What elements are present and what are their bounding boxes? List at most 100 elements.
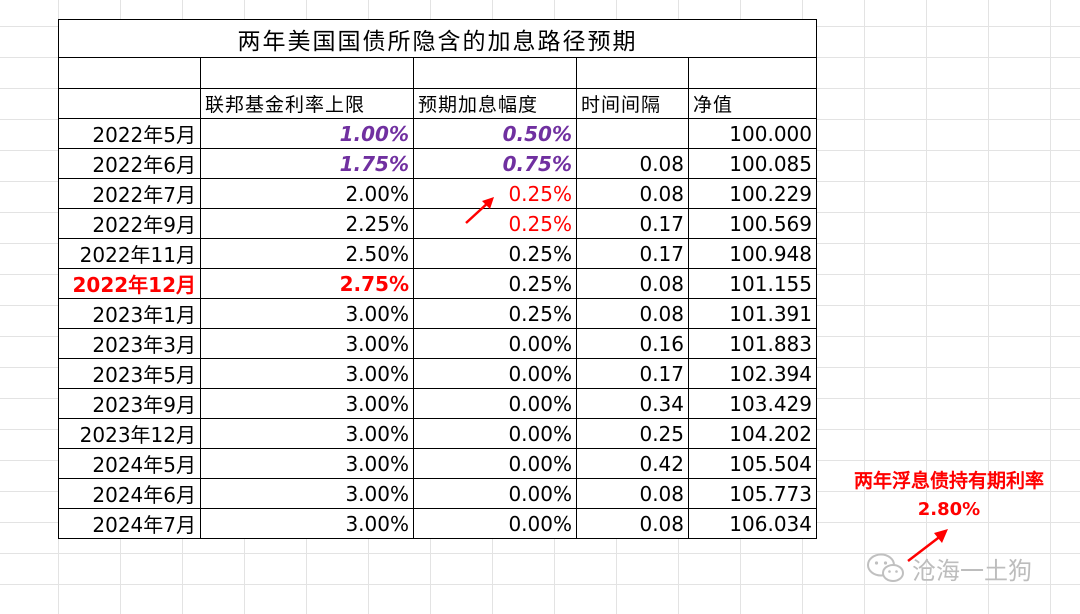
date-cell[interactable]: 2023年3月 (58, 328, 201, 359)
nav-cell[interactable]: 101.391 (688, 298, 817, 329)
nav-cell[interactable]: 100.085 (688, 148, 817, 179)
date-cell[interactable]: 2023年9月 (58, 388, 201, 419)
arrow-icon (465, 197, 494, 224)
date-cell[interactable]: 2023年1月 (58, 298, 201, 329)
table-row: 2024年5月 3.00% 0.00% 0.42 105.504 (58, 448, 817, 479)
table-row: 2023年5月 3.00% 0.00% 0.17 102.394 (58, 358, 817, 389)
table-row: 2022年6月 1.75% 0.75% 0.08 100.085 (58, 148, 817, 179)
interval-cell[interactable]: 0.17 (576, 238, 689, 269)
date-cell[interactable]: 2022年9月 (58, 208, 201, 239)
interval-cell[interactable]: 0.34 (576, 388, 689, 419)
annotation: 两年浮息债持有期利率 2.80% (818, 466, 1080, 520)
interval-cell[interactable]: 0.08 (576, 148, 689, 179)
table-row: 2022年12月 2.75% 0.25% 0.08 101.155 (58, 268, 817, 299)
date-cell[interactable]: 2023年12月 (58, 418, 201, 449)
expected-hike-cell[interactable]: 0.00% (413, 508, 577, 539)
fed-funds-rate-cell[interactable]: 3.00% (200, 328, 414, 359)
interval-cell[interactable]: 0.25 (576, 418, 689, 449)
fed-funds-rate-cell[interactable]: 3.00% (200, 388, 414, 419)
interval-cell[interactable]: 0.08 (576, 178, 689, 209)
data-table: 两年美国国债所隐含的加息路径预期 联邦基金利率上限 预期加息幅度 时间间隔 净值… (58, 19, 817, 539)
table-row: 2023年9月 3.00% 0.00% 0.34 103.429 (58, 388, 817, 419)
fed-funds-rate-cell[interactable]: 2.50% (200, 238, 414, 269)
expected-hike-cell[interactable]: 0.00% (413, 358, 577, 389)
expected-hike-cell[interactable]: 0.75% (413, 148, 577, 179)
fed-funds-rate-cell[interactable]: 3.00% (200, 418, 414, 449)
table-cell[interactable] (58, 57, 201, 89)
date-cell[interactable]: 2022年12月 (58, 268, 201, 299)
fed-funds-rate-cell[interactable]: 1.00% (200, 118, 414, 149)
table-cell[interactable] (688, 57, 817, 89)
nav-cell[interactable]: 102.394 (688, 358, 817, 389)
fed-funds-rate-cell[interactable]: 3.00% (200, 358, 414, 389)
nav-cell[interactable]: 103.429 (688, 388, 817, 419)
expected-hike-cell[interactable]: 0.00% (413, 418, 577, 449)
table-row: 2023年3月 3.00% 0.00% 0.16 101.883 (58, 328, 817, 359)
header-fed-funds-upper[interactable]: 联邦基金利率上限 (200, 88, 414, 119)
expected-hike-cell[interactable]: 0.25% (413, 238, 577, 269)
fed-funds-rate-cell[interactable]: 3.00% (200, 508, 414, 539)
interval-cell[interactable]: 0.08 (576, 298, 689, 329)
interval-cell[interactable] (576, 118, 689, 149)
header-interval[interactable]: 时间间隔 (576, 88, 689, 119)
nav-cell[interactable]: 100.229 (688, 178, 817, 209)
date-cell[interactable]: 2022年11月 (58, 238, 201, 269)
date-cell[interactable]: 2023年5月 (58, 358, 201, 389)
expected-hike-cell[interactable]: 0.25% (413, 298, 577, 329)
fed-funds-rate-cell[interactable]: 3.00% (200, 298, 414, 329)
expected-hike-cell[interactable]: 0.50% (413, 118, 577, 149)
table-row: 2022年9月 2.25% 0.25% 0.17 100.569 (58, 208, 817, 239)
table-row: 2023年12月 3.00% 0.00% 0.25 104.202 (58, 418, 817, 449)
table-row: 2023年1月 3.00% 0.25% 0.08 101.391 (58, 298, 817, 329)
interval-cell[interactable]: 0.17 (576, 358, 689, 389)
interval-cell[interactable]: 0.08 (576, 268, 689, 299)
interval-cell[interactable]: 0.16 (576, 328, 689, 359)
fed-funds-rate-cell[interactable]: 2.25% (200, 208, 414, 239)
interval-cell[interactable]: 0.08 (576, 508, 689, 539)
header-row: 联邦基金利率上限 预期加息幅度 时间间隔 净值 (58, 88, 817, 119)
expected-hike-cell[interactable]: 0.00% (413, 328, 577, 359)
expected-hike-cell[interactable]: 0.00% (413, 448, 577, 479)
table-cell[interactable] (200, 57, 414, 89)
nav-cell[interactable]: 106.034 (688, 508, 817, 539)
nav-cell[interactable]: 101.883 (688, 328, 817, 359)
fed-funds-rate-cell[interactable]: 3.00% (200, 448, 414, 479)
date-cell[interactable]: 2024年7月 (58, 508, 201, 539)
table-row: 2022年7月 2.00% 0.25% 0.08 100.229 (58, 178, 817, 209)
fed-funds-rate-cell[interactable]: 3.00% (200, 478, 414, 509)
watermark: 沧海一土狗 (866, 548, 1032, 588)
fed-funds-rate-cell[interactable]: 2.00% (200, 178, 414, 209)
date-cell[interactable]: 2022年6月 (58, 148, 201, 179)
interval-cell[interactable]: 0.08 (576, 478, 689, 509)
fed-funds-rate-cell[interactable]: 2.75% (200, 268, 414, 299)
nav-cell[interactable]: 100.948 (688, 238, 817, 269)
table-row: 2022年11月 2.50% 0.25% 0.17 100.948 (58, 238, 817, 269)
watermark-text: 沧海一土狗 (912, 556, 1032, 585)
table-row: 2024年7月 3.00% 0.00% 0.08 106.034 (58, 508, 817, 539)
table-row: 2022年5月 1.00% 0.50% 100.000 (58, 118, 817, 149)
table-cell[interactable] (413, 57, 577, 89)
wechat-icon (867, 553, 904, 582)
nav-cell[interactable]: 104.202 (688, 418, 817, 449)
fed-funds-rate-cell[interactable]: 1.75% (200, 148, 414, 179)
header-nav[interactable]: 净值 (688, 88, 817, 119)
expected-hike-cell[interactable]: 0.00% (413, 388, 577, 419)
header-expected-hike[interactable]: 预期加息幅度 (413, 88, 577, 119)
nav-cell[interactable]: 100.000 (688, 118, 817, 149)
header-cell-empty[interactable] (58, 88, 201, 119)
nav-cell[interactable]: 105.773 (688, 478, 817, 509)
table-cell[interactable] (576, 57, 689, 89)
expected-hike-cell[interactable]: 0.25% (413, 268, 577, 299)
interval-cell[interactable]: 0.17 (576, 208, 689, 239)
interval-cell[interactable]: 0.42 (576, 448, 689, 479)
nav-cell[interactable]: 101.155 (688, 268, 817, 299)
date-cell[interactable]: 2022年7月 (58, 178, 201, 209)
date-cell[interactable]: 2024年5月 (58, 448, 201, 479)
expected-hike-cell[interactable]: 0.00% (413, 478, 577, 509)
date-cell[interactable]: 2024年6月 (58, 478, 201, 509)
date-cell[interactable]: 2022年5月 (58, 118, 201, 149)
nav-cell[interactable]: 105.504 (688, 448, 817, 479)
nav-cell[interactable]: 100.569 (688, 208, 817, 239)
annotation-label: 两年浮息债持有期利率 (853, 470, 1044, 492)
table-title[interactable]: 两年美国国债所隐含的加息路径预期 (58, 19, 817, 58)
